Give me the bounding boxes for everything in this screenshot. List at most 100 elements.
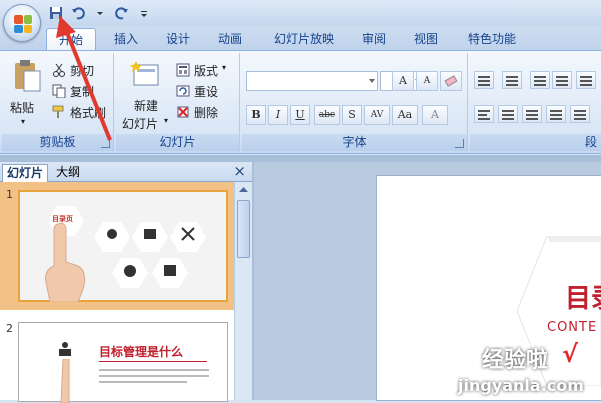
hex-item-2 bbox=[132, 222, 168, 252]
scissors-icon bbox=[53, 63, 65, 77]
slides-group-label: 幻灯片 bbox=[116, 134, 239, 151]
bullets-icon[interactable] bbox=[474, 71, 494, 89]
tab-view[interactable]: 视图 bbox=[406, 28, 446, 50]
tab-outline[interactable]: 大纲 bbox=[52, 164, 84, 182]
increase-indent-icon[interactable] bbox=[552, 71, 572, 89]
underline-button[interactable]: U bbox=[290, 105, 310, 125]
tab-features[interactable]: 特色功能 bbox=[460, 28, 524, 50]
align-right-icon[interactable] bbox=[522, 105, 542, 123]
line-spacing-icon[interactable] bbox=[576, 71, 596, 89]
decrease-indent-icon[interactable] bbox=[530, 71, 550, 89]
slide-number-1: 1 bbox=[6, 188, 13, 201]
align-center-icon[interactable] bbox=[498, 105, 518, 123]
clipboard-launcher-icon[interactable] bbox=[101, 139, 110, 148]
tab-review[interactable]: 审阅 bbox=[354, 28, 394, 50]
delete-slide-button[interactable]: 删除 bbox=[176, 103, 238, 121]
slide-thumbnails: 1 目录页 2 目标管理是什么 bbox=[0, 182, 234, 403]
reset-icon bbox=[176, 85, 190, 97]
numbering-icon[interactable] bbox=[502, 71, 522, 89]
ribbon: 粘贴 ▾ 剪切 复制 格式刷 剪贴板 新建 幻灯片 ▾ 版式 ▾ 重设 删除 幻… bbox=[0, 50, 601, 154]
font-launcher-icon[interactable] bbox=[455, 139, 464, 148]
paste-button[interactable]: 粘贴 ▾ bbox=[8, 57, 46, 133]
font-name-dropdown-icon bbox=[369, 79, 375, 83]
thumbnail-scrollbar[interactable] bbox=[234, 182, 252, 400]
grow-font-label: A bbox=[399, 74, 407, 87]
layout-button[interactable]: 版式 ▾ bbox=[176, 61, 238, 79]
scroll-thumb[interactable] bbox=[237, 200, 250, 258]
format-painter-icon bbox=[52, 105, 64, 118]
shadow-button[interactable]: S bbox=[342, 105, 362, 125]
watermark-url: jingyanla.com bbox=[458, 376, 584, 395]
justify-icon[interactable] bbox=[546, 105, 566, 123]
hex-item-3 bbox=[170, 222, 206, 252]
reset-label: 重设 bbox=[194, 85, 219, 99]
strikethrough-button[interactable]: abc bbox=[314, 105, 340, 125]
slide-thumbnail-2[interactable]: 2 目标管理是什么 bbox=[0, 312, 234, 403]
eraser-icon bbox=[444, 75, 458, 87]
paste-label: 粘贴 bbox=[10, 101, 35, 115]
shrink-font-button[interactable]: A bbox=[416, 71, 438, 91]
slide-thumbnail-1[interactable]: 1 目录页 bbox=[0, 182, 234, 310]
new-slide-dropdown-icon: ▾ bbox=[164, 116, 169, 125]
new-slide-button[interactable]: 新建 幻灯片 ▾ bbox=[120, 57, 174, 133]
office-logo-icon bbox=[14, 15, 32, 33]
tab-design[interactable]: 设计 bbox=[158, 28, 198, 50]
slide-2-body-text bbox=[99, 369, 209, 383]
font-color-button[interactable]: A bbox=[422, 105, 448, 125]
slide-subtitle-partial: CONTE bbox=[547, 320, 598, 335]
underline-label: U bbox=[295, 108, 305, 121]
new-slide-icon bbox=[130, 61, 159, 86]
tab-slides[interactable]: 幻灯片 bbox=[2, 164, 49, 182]
ribbon-tabs: 开始 插入 设计 动画 幻灯片放映 审阅 视图 特色功能 bbox=[0, 26, 601, 50]
title-bar bbox=[0, 0, 601, 26]
tab-animations[interactable]: 动画 bbox=[210, 28, 250, 50]
slide-2-title: 目标管理是什么 bbox=[99, 345, 184, 359]
delete-icon bbox=[177, 106, 189, 118]
slide-preview-1: 目录页 bbox=[18, 190, 228, 302]
slide-title-partial: 目录 bbox=[565, 284, 601, 314]
scroll-up-icon[interactable] bbox=[237, 184, 250, 196]
copy-button[interactable]: 复制 bbox=[52, 82, 112, 100]
paragraph-group: 段 bbox=[470, 53, 601, 151]
align-left-icon[interactable] bbox=[474, 105, 494, 123]
font-name-combo[interactable] bbox=[246, 71, 378, 91]
close-panel-icon[interactable]: × bbox=[233, 163, 246, 180]
office-button[interactable] bbox=[3, 4, 41, 42]
grow-font-button[interactable]: A bbox=[392, 71, 414, 91]
cut-label: 剪切 bbox=[70, 64, 95, 78]
quick-access-toolbar bbox=[48, 4, 152, 22]
columns-icon[interactable] bbox=[570, 105, 590, 123]
copy-label: 复制 bbox=[70, 85, 95, 99]
clear-format-button[interactable] bbox=[440, 71, 462, 91]
font-group: A A B I U abc S AV Aa A 字体 bbox=[242, 53, 468, 151]
clipboard-group: 粘贴 ▾ 剪切 复制 格式刷 剪贴板 bbox=[2, 53, 114, 151]
bold-button[interactable]: B bbox=[246, 105, 266, 125]
shadow-label: S bbox=[348, 108, 356, 121]
tab-slide-show[interactable]: 幻灯片放映 bbox=[266, 28, 342, 50]
slides-panel: 幻灯片 大纲 × 1 目录页 2 目标管理是什么 bbox=[0, 162, 252, 403]
layout-icon bbox=[176, 63, 190, 77]
reset-button[interactable]: 重设 bbox=[176, 82, 238, 100]
tab-home[interactable]: 开始 bbox=[46, 28, 96, 50]
save-icon[interactable] bbox=[48, 5, 64, 21]
change-case-button[interactable]: Aa bbox=[392, 105, 418, 125]
delete-label: 删除 bbox=[194, 106, 219, 120]
customize-qat-icon[interactable] bbox=[136, 5, 152, 21]
bold-label: B bbox=[251, 108, 261, 121]
strikethrough-label: abc bbox=[318, 110, 336, 120]
cut-button[interactable]: 剪切 bbox=[52, 61, 112, 79]
undo-icon[interactable] bbox=[70, 5, 86, 21]
italic-button[interactable]: I bbox=[268, 105, 288, 125]
slides-group: 新建 幻灯片 ▾ 版式 ▾ 重设 删除 幻灯片 bbox=[116, 53, 240, 151]
paste-dropdown-icon: ▾ bbox=[21, 117, 26, 126]
slide-2-title-underline bbox=[99, 361, 207, 362]
char-spacing-button[interactable]: AV bbox=[364, 105, 390, 125]
format-painter-button[interactable]: 格式刷 bbox=[52, 103, 112, 121]
format-painter-label: 格式刷 bbox=[70, 106, 107, 120]
italic-label: I bbox=[275, 108, 281, 121]
new-slide-label-2: 幻灯片 bbox=[122, 117, 159, 131]
tab-insert[interactable]: 插入 bbox=[106, 28, 146, 50]
undo-dropdown-icon[interactable] bbox=[92, 5, 108, 21]
redo-icon[interactable] bbox=[114, 5, 130, 21]
copy-icon bbox=[52, 84, 66, 98]
